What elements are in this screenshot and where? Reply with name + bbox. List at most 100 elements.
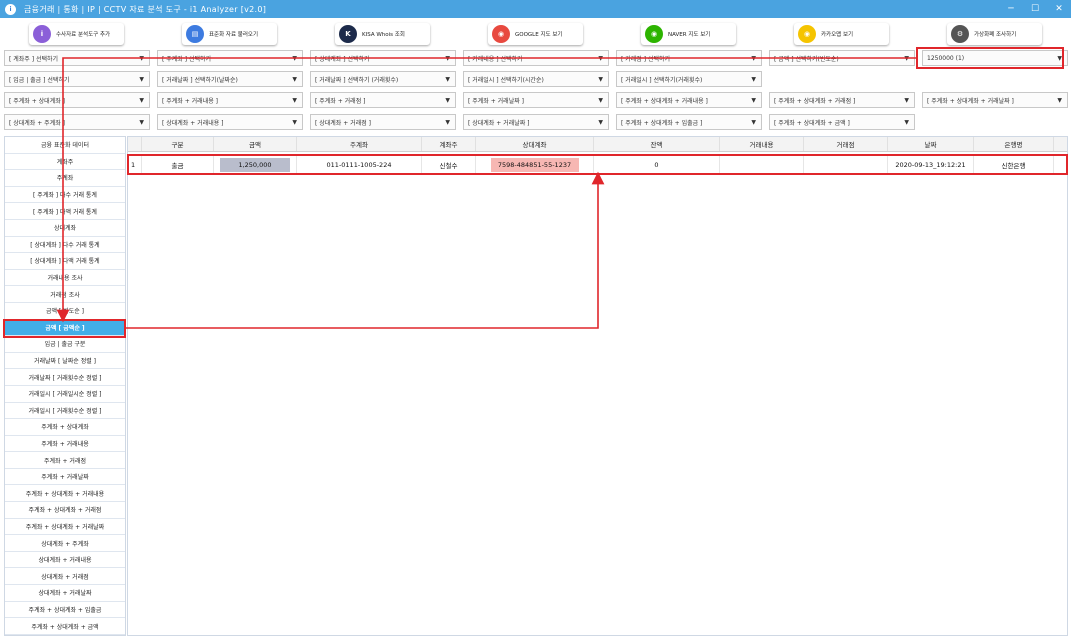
sidebar-item[interactable]: 주계좌 + 거래내용 [5, 435, 125, 453]
column-header[interactable]: 잔액 [594, 137, 720, 151]
sidebar-menu: 금융 표준화 데이터 계좌주 주계좌[ 주계좌 ] 다수 거래 통계[ 주계좌 ] … [4, 136, 126, 636]
sidebar-item[interactable]: 입금 | 출금 구분 [5, 336, 125, 353]
filter-dropdown-value: [ 거래날짜 ] 선택하기(날짜순) [162, 76, 238, 84]
filter-dropdown[interactable]: [ 상대계좌 + 주계좌 ] ▼ [4, 114, 150, 130]
column-header[interactable]: 구분 [142, 137, 214, 151]
sidebar-item[interactable]: 거래날짜 [ 날짜순 정렬 ] [5, 352, 125, 370]
chevron-down-icon: ▼ [904, 119, 909, 126]
toolbar-item: ◉ GOOGLE 지도 보기 [459, 20, 612, 48]
filter-dropdown[interactable]: [ 거래날짜 ] 선택하기 (거래횟수) ▼ [310, 71, 456, 87]
google-maps-icon: ◉ [492, 25, 510, 43]
toolbar-button[interactable]: ◉ 카카오맵 보기 [794, 23, 889, 45]
chevron-down-icon: ▼ [751, 119, 756, 126]
column-header[interactable]: 은행명 [974, 137, 1054, 151]
highlight-result-row [127, 154, 1068, 175]
sidebar-item[interactable]: 계좌주 [5, 153, 125, 171]
column-header[interactable]: 거래점 [804, 137, 888, 151]
sidebar-item[interactable]: 상대계좌 + 거래점 [5, 568, 125, 586]
column-header[interactable]: 거래내용 [720, 137, 804, 151]
sidebar-item[interactable]: 주계좌 + 상대계좌 + 입출금 [5, 601, 125, 619]
toolbar-button[interactable]: ▤ 표준화 자료 불러오기 [182, 23, 277, 45]
toolbar-button[interactable]: i 수사자료 분석도구 추가 [29, 23, 124, 45]
column-header[interactable]: 계좌주 [422, 137, 476, 151]
chevron-down-icon: ▼ [1057, 97, 1062, 104]
sidebar-item[interactable]: 상대계좌 + 주계좌 [5, 535, 125, 552]
sidebar-item[interactable]: 주계좌 + 상대계좌 [5, 419, 125, 436]
sidebar-item[interactable]: [ 주계좌 ] 다액 거래 통계 [5, 203, 125, 220]
filter-dropdown[interactable]: [ 상대계좌 + 거래날짜 ] ▼ [463, 114, 609, 130]
sidebar-item[interactable]: 주계좌 + 상대계좌 + 거래점 [5, 502, 125, 519]
filter-dropdown[interactable]: [ 주계좌 + 거래내용 ] ▼ [157, 92, 303, 108]
toolbar-button[interactable]: ⚙ 가상화폐 조사하기 [947, 23, 1042, 45]
sidebar-item[interactable]: 주계좌 + 상대계좌 + 금액 [5, 618, 125, 635]
result-grid: 구분 금액 주계좌 계좌주 상대계좌 잔액 거래내용 거래점 날짜 은행명 1 출금 1,250,00… [127, 136, 1068, 636]
chevron-down-icon: ▼ [139, 76, 144, 83]
filter-dropdown[interactable]: [ 주계좌 ] 선택하기 ▼ [157, 50, 303, 66]
filter-dropdown[interactable]: [ 거래일시 ] 선택하기(시간순) ▼ [463, 71, 609, 87]
chevron-down-icon: ▼ [292, 97, 297, 104]
filter-dropdown[interactable]: [ 계좌주 ] 선택하기 ▼ [4, 50, 150, 66]
toolbar-button[interactable]: K KISA Whois 조회 [335, 23, 430, 45]
filter-dropdown[interactable]: [ 입금 | 출금 ] 선택하기 ▼ [4, 71, 150, 87]
filter-dropdown-value: [ 계좌주 ] 선택하기 [9, 55, 59, 63]
naver-map-icon: ◉ [645, 25, 663, 43]
column-header[interactable]: 날짜 [888, 137, 974, 151]
sidebar-item[interactable]: 거래점 조사 [5, 286, 125, 303]
minimize-button[interactable]: ─ [999, 0, 1023, 18]
chevron-down-icon: ▼ [139, 97, 144, 104]
column-header[interactable]: 상대계좌 [476, 137, 594, 151]
chevron-down-icon: ▼ [445, 119, 450, 126]
filter-dropdown[interactable]: [ 주계좌 + 상대계좌 ] ▼ [4, 92, 150, 108]
sidebar-item[interactable]: 주계좌 [5, 170, 125, 187]
filter-dropdown[interactable]: [ 주계좌 + 상대계좌 + 거래날짜 ] ▼ [922, 92, 1068, 108]
chevron-down-icon: ▼ [751, 55, 756, 62]
sidebar-item[interactable]: [ 주계좌 ] 다수 거래 통계 [5, 186, 125, 204]
sidebar-item[interactable]: 주계좌 + 거래점 [5, 452, 125, 469]
sidebar-item[interactable]: 주계좌 + 상대계좌 + 거래내용 [5, 485, 125, 503]
column-header[interactable]: 주계좌 [297, 137, 422, 151]
sidebar-item[interactable]: 상대계좌 [5, 219, 125, 237]
sidebar-item[interactable]: 거래날짜 [ 거래횟수순 정렬 ] [5, 369, 125, 386]
filter-dropdown-value: [ 주계좌 + 상대계좌 + 거래점 ] [774, 97, 856, 105]
sidebar-item[interactable]: 금융 표준화 데이터 [5, 137, 125, 154]
filter-dropdown[interactable]: [ 금액 ] 선택하기(빈도순) ▼ [769, 50, 915, 66]
filter-dropdown-value: [ 주계좌 + 상대계좌 + 입출금 ] [621, 119, 703, 127]
sidebar-item[interactable]: [ 상대계좌 ] 다수 거래 통계 [5, 236, 125, 254]
filter-dropdown[interactable]: [ 주계좌 + 상대계좌 + 금액 ] ▼ [769, 114, 915, 130]
sidebar-item[interactable]: 주계좌 + 거래날짜 [5, 468, 125, 486]
filter-dropdown[interactable]: [ 거래날짜 ] 선택하기(날짜순) ▼ [157, 71, 303, 87]
filter-dropdown[interactable]: [ 주계좌 + 거래점 ] ▼ [310, 92, 456, 108]
sidebar-item[interactable]: 상대계좌 + 거래내용 [5, 551, 125, 569]
close-button[interactable]: ✕ [1047, 0, 1071, 18]
filter-dropdown[interactable]: [ 거래내용 ] 선택하기 ▼ [463, 50, 609, 66]
filter-dropdown[interactable]: [ 주계좌 + 상대계좌 + 거래점 ] ▼ [769, 92, 915, 108]
sidebar-item[interactable]: 거래내용 조사 [5, 269, 125, 287]
filter-dropdown[interactable]: [ 상대계좌 + 거래점 ] ▼ [310, 114, 456, 130]
toolbar-button[interactable]: ◉ GOOGLE 지도 보기 [488, 23, 583, 45]
highlight-amount-filter [916, 47, 1064, 69]
app-icon: i [33, 25, 51, 43]
filter-dropdown[interactable]: [ 거래일시 ] 선택하기(거래횟수) ▼ [616, 71, 762, 87]
column-header[interactable]: 금액 [214, 137, 297, 151]
toolbar: i 수사자료 분석도구 추가 ▤ 표준화 자료 불러오기 K KISA Whois 조회 ◉… [0, 20, 1071, 48]
maximize-button[interactable]: ☐ [1023, 0, 1047, 18]
filter-dropdown-value: [ 상대계좌 + 거래내용 ] [162, 119, 224, 127]
chevron-down-icon: ▼ [598, 55, 603, 62]
toolbar-button-label: NAVER 지도 보기 [668, 32, 711, 38]
sidebar-item[interactable]: 상대계좌 + 거래날짜 [5, 585, 125, 602]
filter-dropdown[interactable]: [ 주계좌 + 상대계좌 + 입출금 ] ▼ [616, 114, 762, 130]
filter-dropdown[interactable]: [ 거래점 ] 선택하기 ▼ [616, 50, 762, 66]
sidebar-item[interactable]: 거래일시 [ 거래일시순 정렬 ] [5, 385, 125, 403]
sidebar-item[interactable]: [ 상대계좌 ] 다액 거래 통계 [5, 253, 125, 270]
filter-dropdown[interactable]: [ 상대계좌 + 거래내용 ] ▼ [157, 114, 303, 130]
sidebar-item[interactable]: 거래일시 [ 거래횟수순 정렬 ] [5, 402, 125, 420]
filter-dropdown-value: [ 주계좌 ] 선택하기 [162, 55, 212, 63]
filter-dropdown[interactable]: [ 주계좌 + 상대계좌 + 거래내용 ] ▼ [616, 92, 762, 108]
toolbar-button[interactable]: ◉ NAVER 지도 보기 [641, 23, 736, 45]
chevron-down-icon: ▼ [292, 119, 297, 126]
filter-dropdown[interactable]: [ 주계좌 + 거래날짜 ] ▼ [463, 92, 609, 108]
filter-dropdown[interactable]: [ 상대계좌 ] 선택하기 ▼ [310, 50, 456, 66]
sidebar-item[interactable]: 주계좌 + 상대계좌 + 거래날짜 [5, 518, 125, 536]
chevron-down-icon: ▼ [139, 55, 144, 62]
sidebar-item[interactable]: 금액 [ 빈도순 ] [5, 302, 125, 320]
